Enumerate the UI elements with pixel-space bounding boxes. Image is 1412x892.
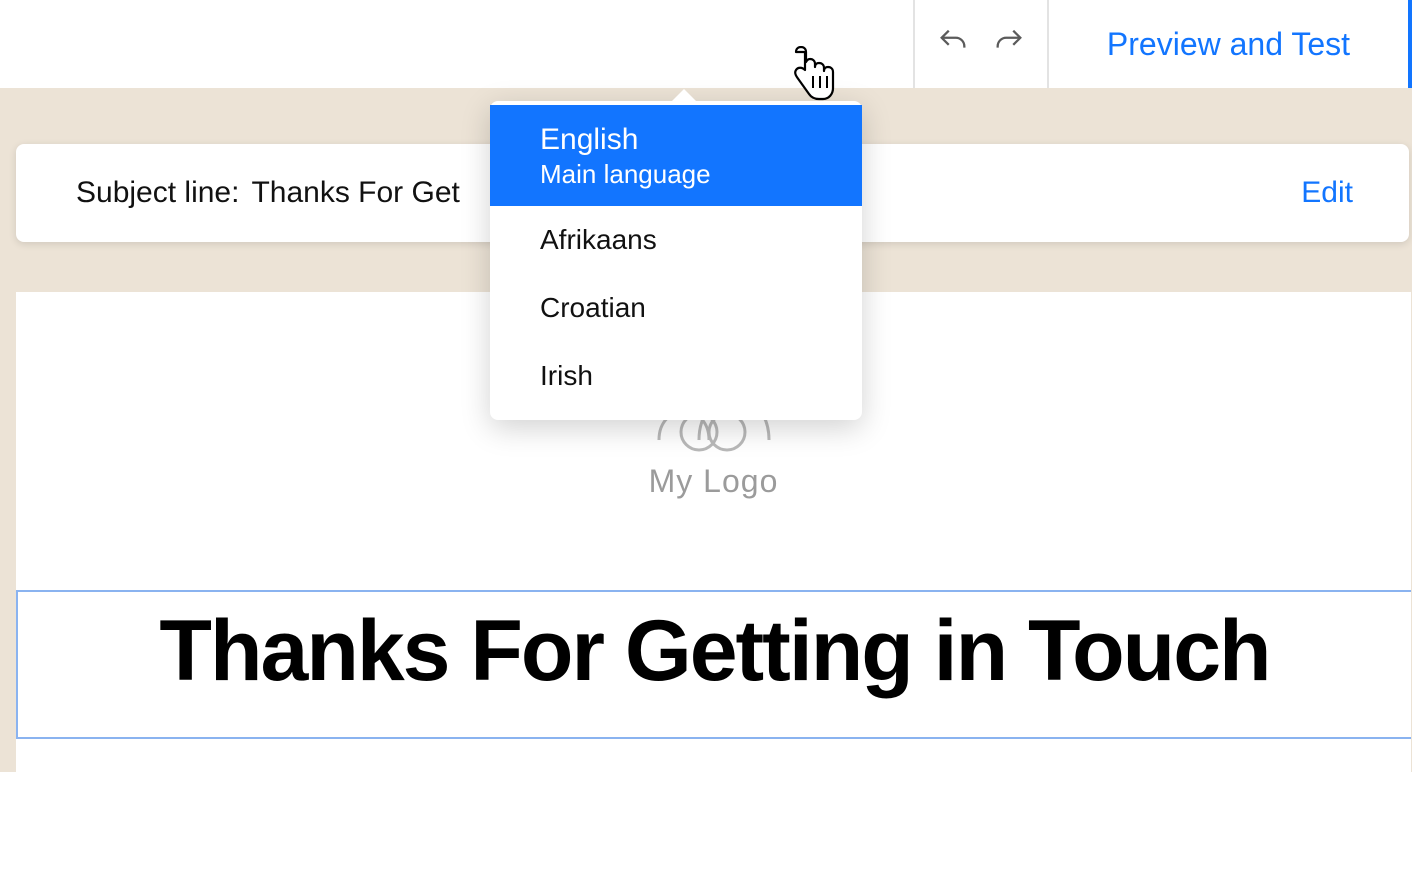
redo-icon [992,25,1026,64]
undo-icon [936,25,970,64]
language-option-afrikaans[interactable]: Afrikaans [490,206,862,274]
language-option-subtitle: Main language [540,159,812,190]
redo-button[interactable] [985,20,1033,68]
headline-block[interactable]: Thanks For Getting in Touch [16,590,1411,739]
language-option-label: Afrikaans [540,224,657,255]
top-toolbar: Preview and Test [0,0,1412,88]
language-option-label: Irish [540,360,593,391]
language-option-label: English [540,123,812,157]
preview-and-test-button[interactable]: Preview and Test [1049,0,1412,88]
preview-label: Preview and Test [1107,26,1350,63]
subject-edit-link[interactable]: Edit [1301,176,1373,210]
language-dropdown: English Main language Afrikaans Croatian… [490,101,862,420]
language-option-label: Croatian [540,292,646,323]
undo-redo-group [913,0,1049,88]
language-option-croatian[interactable]: Croatian [490,274,862,342]
logo-text: My Logo [16,463,1411,500]
language-option-irish[interactable]: Irish [490,342,862,410]
subject-label: Subject line: [76,176,239,210]
headline-text: Thanks For Getting in Touch [18,602,1411,701]
undo-button[interactable] [929,20,977,68]
language-option-english[interactable]: English Main language [490,105,862,206]
